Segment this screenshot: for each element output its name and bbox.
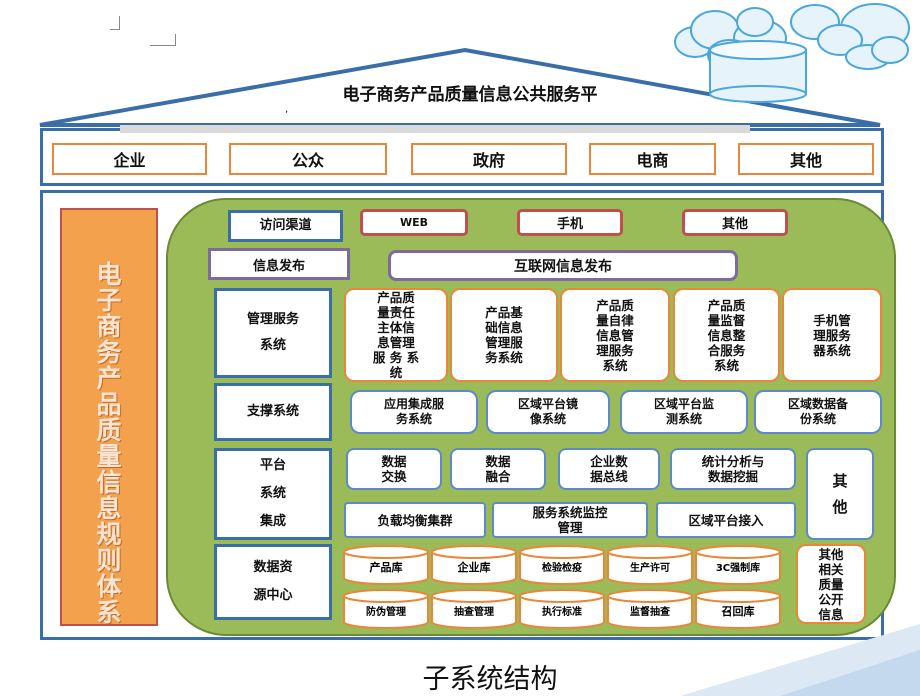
corner-decoration <box>680 624 920 696</box>
database-cylinders: 产品库 企业库 检验检疫 生产许可 3C强制库防伪管理 抽查管理 执行标准 监督抽查 召回库 <box>343 545 781 629</box>
db-top-label-2: 企业库 <box>457 560 491 574</box>
db-top-cylinder-4: 生产许可 <box>607 545 693 585</box>
db-top-label-5: 3C强制库 <box>716 561 760 574</box>
db-top-label-1: 产品库 <box>370 560 403 574</box>
db-top-cylinder-3: 检验检疫 <box>519 545 605 585</box>
db-bottom-label-2: 抽查管理 <box>454 605 494 618</box>
db-bottom-cylinder-2: 抽查管理 <box>431 589 517 629</box>
db-bottom-label-1: 防伪管理 <box>366 605 406 618</box>
db-top-cylinder-1: 产品库 <box>343 545 429 585</box>
db-bottom-cylinder-1: 防伪管理 <box>343 589 429 629</box>
db-top-label-4: 生产许可 <box>630 561 670 574</box>
db-top-label-3: 检验检疫 <box>542 561 582 574</box>
db-top-cylinder-5: 3C强制库 <box>695 545 781 585</box>
db-top-cylinder-2: 企业库 <box>431 545 517 585</box>
